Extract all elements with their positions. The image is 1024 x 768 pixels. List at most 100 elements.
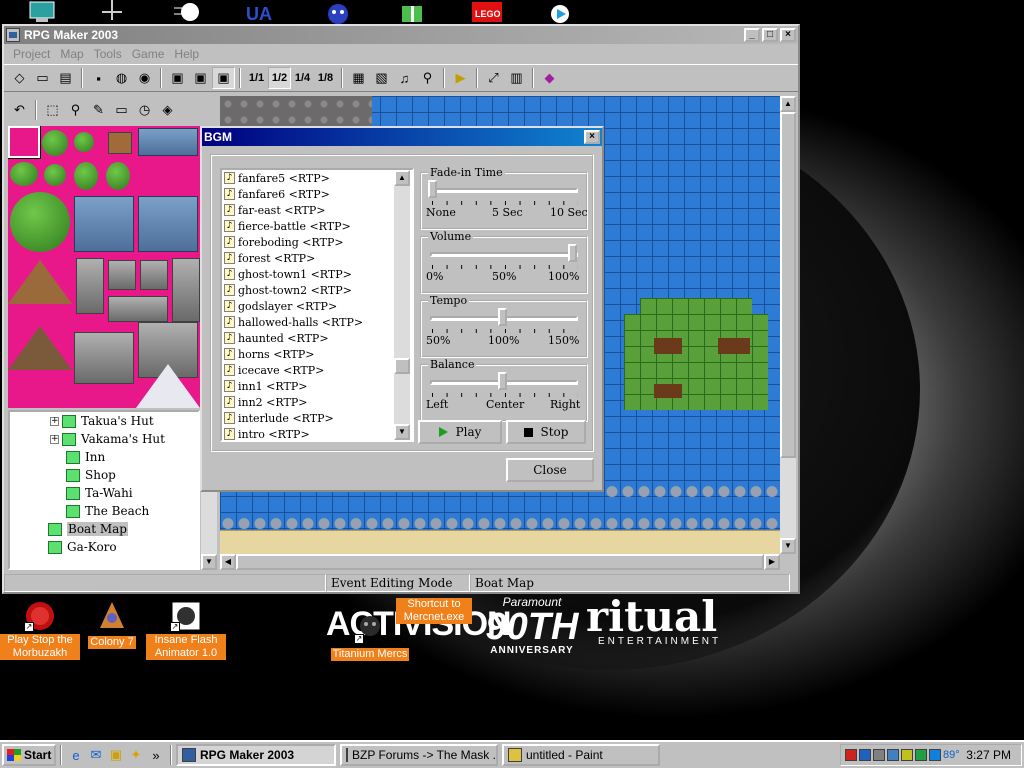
help-book-icon[interactable]: ◆ bbox=[538, 67, 561, 89]
map-vscroll[interactable]: ▲ ▼ bbox=[780, 96, 796, 554]
menu-help[interactable]: Help bbox=[169, 47, 204, 61]
zoom-1-1-button[interactable]: 1/1 bbox=[245, 67, 268, 89]
tree-item-selected[interactable]: Boat Map bbox=[48, 520, 128, 538]
zoom-1-8-button[interactable]: 1/8 bbox=[314, 67, 337, 89]
outlook-quicklaunch-icon[interactable]: ✉ bbox=[86, 745, 106, 765]
song-list-item[interactable]: ♪ fanfare6 <RTP> bbox=[222, 186, 412, 202]
song-list-item[interactable]: ♪ forest <RTP> bbox=[222, 250, 412, 266]
tray-monitor-icon[interactable] bbox=[873, 749, 885, 761]
menu-game[interactable]: Game bbox=[127, 47, 170, 61]
tray-app-icon[interactable] bbox=[845, 749, 857, 761]
desktop-icon-morbuzakh[interactable]: ↗ Play Stop the Morbuzakh bbox=[0, 600, 80, 660]
close-button[interactable]: Close bbox=[506, 458, 594, 482]
zoom-1-4-button[interactable]: 1/4 bbox=[291, 67, 314, 89]
zoom-icon[interactable]: ⚲ bbox=[64, 99, 87, 121]
select-icon[interactable]: ⬚ bbox=[41, 99, 64, 121]
tray-network-icon[interactable] bbox=[859, 749, 871, 761]
song-list-item[interactable]: ♪ ghost-town1 <RTP> bbox=[222, 266, 412, 282]
ie-quicklaunch-icon[interactable]: e bbox=[66, 745, 86, 765]
bgm-titlebar[interactable]: BGM × bbox=[202, 128, 602, 146]
speed-icon[interactable] bbox=[172, 0, 204, 24]
save-icon[interactable]: ▪ bbox=[87, 67, 110, 89]
database-icon[interactable]: ▦ bbox=[347, 67, 370, 89]
song-list-item[interactable]: ♪ ghost-town2 <RTP> bbox=[222, 282, 412, 298]
song-list-item[interactable]: ♪ interlude <RTP> bbox=[222, 410, 412, 426]
clock[interactable]: 3:27 PM bbox=[966, 748, 1011, 762]
task-bzp-forums[interactable]: BZP Forums -> The Mask ... bbox=[340, 744, 498, 766]
bgm-close-x-button[interactable]: × bbox=[584, 130, 600, 144]
tree-item[interactable]: Inn bbox=[66, 448, 105, 466]
tree-item[interactable]: + Takua's Hut bbox=[50, 412, 154, 430]
play-button[interactable]: Play bbox=[418, 420, 502, 444]
tempo-slider[interactable] bbox=[498, 308, 507, 326]
desktop-icon-colony7[interactable]: Colony 7 bbox=[72, 600, 152, 649]
tree-item[interactable]: Ta-Wahi bbox=[66, 484, 133, 502]
scroll-left-icon[interactable]: ◀ bbox=[220, 554, 236, 570]
new-project-icon[interactable]: ◇ bbox=[8, 67, 31, 89]
close-button[interactable]: × bbox=[780, 28, 796, 42]
menu-tools[interactable]: Tools bbox=[89, 47, 127, 61]
volume-slider[interactable] bbox=[568, 244, 577, 262]
desktop-quicklaunch-icon[interactable]: ▣ bbox=[106, 745, 126, 765]
tree-item[interactable]: Ga-Koro bbox=[48, 538, 117, 556]
song-list-item[interactable]: ♪ hallowed-halls <RTP> bbox=[222, 314, 412, 330]
tray-mail-icon[interactable] bbox=[887, 749, 899, 761]
scroll-up-icon[interactable]: ▲ bbox=[394, 170, 410, 186]
monitor-icon[interactable] bbox=[26, 0, 58, 24]
media-player-icon[interactable] bbox=[546, 0, 578, 24]
start-button[interactable]: Start bbox=[2, 744, 56, 766]
map-vscroll-thumb[interactable] bbox=[780, 112, 796, 458]
upper-layer-icon[interactable]: ▣ bbox=[189, 67, 212, 89]
search-icon[interactable]: ⚲ bbox=[416, 67, 439, 89]
ua-icon[interactable]: UA bbox=[244, 0, 276, 24]
main-titlebar[interactable]: RPG Maker 2003 _ □ × bbox=[4, 26, 798, 44]
messenger-icon[interactable] bbox=[322, 0, 354, 24]
tree-item[interactable]: Shop bbox=[66, 466, 116, 484]
song-list-item[interactable]: ♪ godslayer <RTP> bbox=[222, 298, 412, 314]
tray-weather-icon[interactable] bbox=[929, 749, 941, 761]
song-list-item[interactable]: ♪ foreboding <RTP> bbox=[222, 234, 412, 250]
menu-map[interactable]: Map bbox=[55, 47, 88, 61]
song-list-item[interactable]: ♪ icecave <RTP> bbox=[222, 362, 412, 378]
song-list-item[interactable]: ♪ far-east <RTP> bbox=[222, 202, 412, 218]
task-paint[interactable]: untitled - Paint bbox=[502, 744, 660, 766]
song-list[interactable]: ♪ fanfare5 <RTP> ♪ fanfare6 <RTP> ♪ far-east … bbox=[220, 168, 414, 442]
tile-palette[interactable] bbox=[8, 126, 200, 408]
song-list-item[interactable]: ♪ intro <RTP> bbox=[222, 426, 412, 440]
expand-icon[interactable]: + bbox=[50, 416, 59, 426]
title-screen-icon[interactable]: ▥ bbox=[505, 67, 528, 89]
lego-icon[interactable]: LEGO bbox=[472, 0, 502, 24]
scroll-down-icon[interactable]: ▼ bbox=[780, 538, 796, 554]
open-project-icon[interactable]: ▭ bbox=[31, 67, 54, 89]
material-icon[interactable]: ▧ bbox=[370, 67, 393, 89]
undo-icon[interactable]: ↶ bbox=[8, 99, 31, 121]
playtest-icon[interactable]: ▶ bbox=[449, 67, 472, 89]
scroll-right-icon[interactable]: ▶ bbox=[764, 554, 780, 570]
music-icon[interactable]: ♫ bbox=[393, 67, 416, 89]
close-project-icon[interactable]: ▤ bbox=[54, 67, 77, 89]
minimize-button[interactable]: _ bbox=[744, 28, 760, 42]
task-rpg-maker[interactable]: RPG Maker 2003 bbox=[176, 744, 336, 766]
aim-quicklaunch-icon[interactable]: ✦ bbox=[126, 745, 146, 765]
song-list-item[interactable]: ♪ inn1 <RTP> bbox=[222, 378, 412, 394]
scroll-down-icon[interactable]: ▼ bbox=[394, 424, 410, 440]
expand-icon[interactable]: + bbox=[50, 434, 59, 444]
song-list-item[interactable]: ♪ fierce-battle <RTP> bbox=[222, 218, 412, 234]
song-list-scrollbar[interactable]: ▲ ▼ bbox=[394, 170, 410, 440]
desktop-icon-titanium-mercs[interactable]: ↗ Titanium Mercs bbox=[330, 612, 410, 661]
rectangle-icon[interactable]: ▭ bbox=[110, 99, 133, 121]
lower-layer-icon[interactable]: ▣ bbox=[166, 67, 189, 89]
maximize-button[interactable]: □ bbox=[762, 28, 778, 42]
revert-icon[interactable]: ◍ bbox=[110, 67, 133, 89]
fade-in-slider[interactable] bbox=[428, 180, 437, 198]
fullscreen-icon[interactable]: ⤢ bbox=[482, 67, 505, 89]
network-icon[interactable] bbox=[96, 0, 128, 24]
map-hscroll[interactable]: ◀ ▶ bbox=[220, 554, 780, 570]
balance-slider[interactable] bbox=[498, 372, 507, 390]
more-quicklaunch-icon[interactable]: » bbox=[146, 745, 166, 765]
pencil-icon[interactable]: ✎ bbox=[87, 99, 110, 121]
tree-item[interactable]: + Vakama's Hut bbox=[50, 430, 165, 448]
song-list-item[interactable]: ♪ inn2 <RTP> bbox=[222, 394, 412, 410]
tree-item[interactable]: The Beach bbox=[66, 502, 149, 520]
stop-button[interactable]: Stop bbox=[506, 420, 586, 444]
